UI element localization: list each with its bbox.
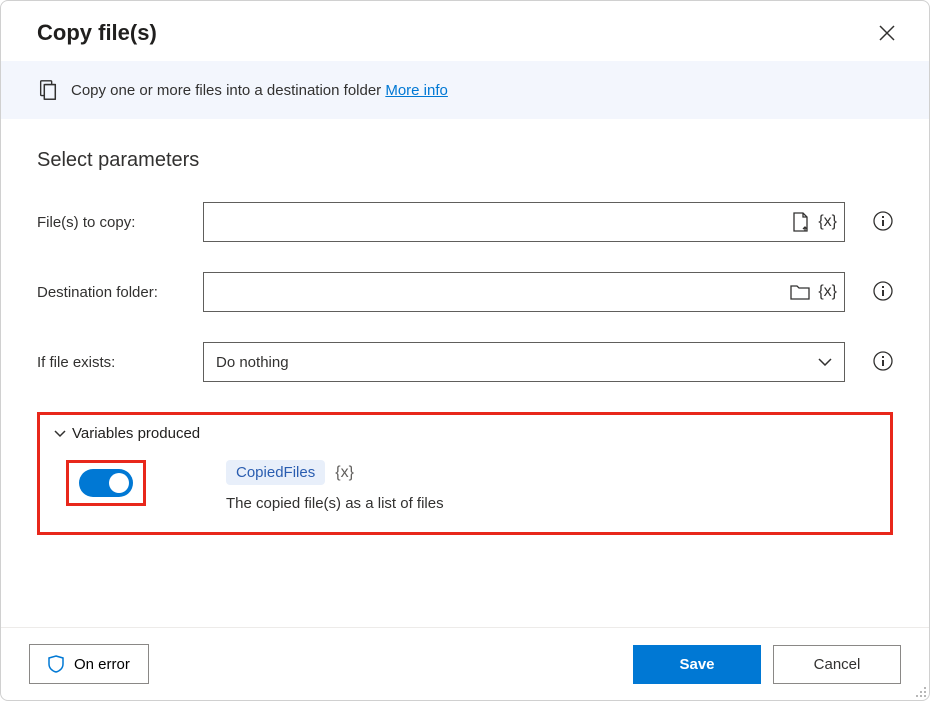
destination-folder-input-wrap: {x} <box>203 272 845 312</box>
info-text: Copy one or more files into a destinatio… <box>71 82 448 99</box>
variable-brace-icon: {x} <box>335 464 354 482</box>
help-icon[interactable] <box>873 211 893 234</box>
field-files-to-copy: File(s) to copy: {x} <box>37 202 893 242</box>
files-to-copy-input[interactable] <box>203 202 845 242</box>
file-picker-icon[interactable] <box>792 212 810 232</box>
variable-name-badge[interactable]: CopiedFiles <box>226 460 325 485</box>
folder-picker-icon[interactable] <box>790 284 810 300</box>
variable-name-row: CopiedFiles {x} <box>226 460 444 485</box>
toggle-highlight <box>66 460 146 506</box>
field-destination-folder: Destination folder: {x} <box>37 272 893 312</box>
shield-icon <box>48 655 64 673</box>
field-if-file-exists: If file exists: Do nothing <box>37 342 893 382</box>
destination-folder-input[interactable] <box>203 272 845 312</box>
close-icon <box>879 25 895 41</box>
files-to-copy-input-wrap: {x} <box>203 202 845 242</box>
variables-produced-highlight: Variables produced CopiedFiles {x} The c… <box>37 412 893 535</box>
variables-produced-label: Variables produced <box>72 425 200 442</box>
chevron-down-icon <box>54 430 66 438</box>
if-file-exists-value: Do nothing <box>216 354 289 371</box>
if-file-exists-select-wrap: Do nothing <box>203 342 845 382</box>
copy-files-dialog: Copy file(s) Copy one or more files into… <box>0 0 930 701</box>
variable-info: CopiedFiles {x} The copied file(s) as a … <box>226 460 444 512</box>
variable-icon[interactable]: {x} <box>818 283 837 301</box>
if-file-exists-label: If file exists: <box>37 354 187 371</box>
variables-produced-header[interactable]: Variables produced <box>54 425 876 442</box>
dialog-footer: On error Save Cancel <box>1 627 929 700</box>
info-bar: Copy one or more files into a destinatio… <box>1 61 929 119</box>
copy-files-icon <box>37 79 59 101</box>
save-button[interactable]: Save <box>633 645 761 684</box>
variables-produced-body: CopiedFiles {x} The copied file(s) as a … <box>54 460 876 512</box>
dialog-content: Select parameters File(s) to copy: {x} D… <box>1 119 929 627</box>
section-heading: Select parameters <box>37 149 893 172</box>
variable-toggle[interactable] <box>79 469 133 497</box>
on-error-button[interactable]: On error <box>29 644 149 684</box>
variable-description: The copied file(s) as a list of files <box>226 495 444 512</box>
if-file-exists-select[interactable]: Do nothing <box>203 342 845 382</box>
more-info-link[interactable]: More info <box>385 82 448 99</box>
toggle-knob <box>109 473 129 493</box>
cancel-button[interactable]: Cancel <box>773 645 901 684</box>
destination-folder-label: Destination folder: <box>37 284 187 301</box>
dialog-title: Copy file(s) <box>37 20 157 46</box>
help-icon[interactable] <box>873 351 893 374</box>
chevron-down-icon <box>818 358 832 366</box>
close-button[interactable] <box>873 19 901 47</box>
on-error-label: On error <box>74 656 130 673</box>
variable-icon[interactable]: {x} <box>818 213 837 231</box>
footer-actions: Save Cancel <box>633 645 901 684</box>
help-icon[interactable] <box>873 281 893 304</box>
resize-handle-icon[interactable] <box>915 686 927 698</box>
dialog-header: Copy file(s) <box>1 1 929 61</box>
files-to-copy-label: File(s) to copy: <box>37 214 187 231</box>
